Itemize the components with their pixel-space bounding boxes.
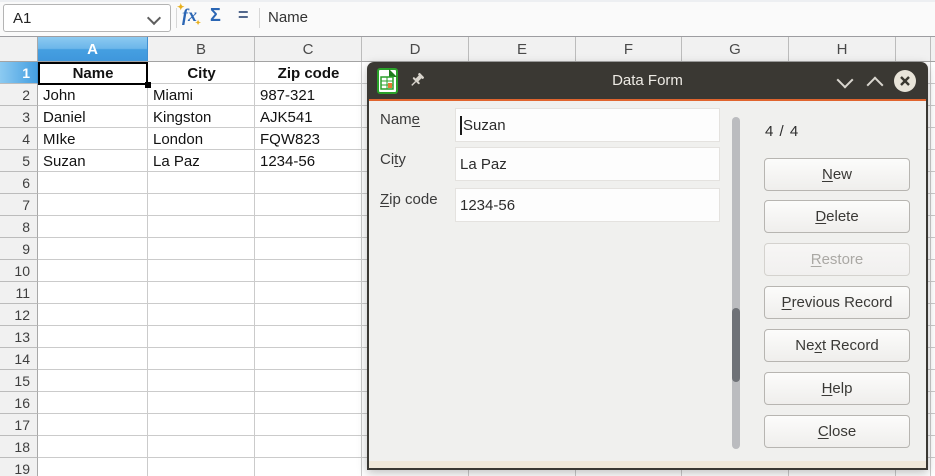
column-header-C[interactable]: C [255, 37, 362, 61]
row-header-15[interactable]: 15 [0, 370, 38, 392]
column-header-D[interactable]: D [362, 37, 469, 61]
libreoffice-calc-window: A1 ✦fx✦ Σ = Name ABCDEFGH 12345678910111… [0, 0, 935, 476]
mnemonic-underline: H [822, 380, 833, 397]
field-label-city: City [380, 151, 406, 168]
mnemonic-underline: Z [380, 191, 389, 208]
cell-B2[interactable]: Miami [148, 84, 255, 106]
cell-A5[interactable]: Suzan [38, 150, 148, 172]
field-input-zip-code[interactable]: 1234-56 [455, 188, 720, 222]
field-label-name: Name [380, 111, 420, 128]
text-caret [460, 116, 462, 135]
cell-B5[interactable]: La Paz [148, 150, 255, 172]
row-header-4[interactable]: 4 [0, 128, 38, 150]
formula-toolbar: A1 ✦fx✦ Σ = Name [0, 0, 935, 37]
column-header-H[interactable]: H [789, 37, 896, 61]
cell-C4[interactable]: FQW823 [255, 128, 362, 150]
cell-A2[interactable]: John [38, 84, 148, 106]
row-header-7[interactable]: 7 [0, 194, 38, 216]
row-header-16[interactable]: 16 [0, 392, 38, 414]
row-header-14[interactable]: 14 [0, 348, 38, 370]
mnemonic-underline: R [811, 251, 822, 268]
row-header-17[interactable]: 17 [0, 414, 38, 436]
mnemonic-underline: C [818, 423, 829, 440]
row-header-11[interactable]: 11 [0, 282, 38, 304]
toolbar-separator [259, 8, 260, 28]
cell-C3[interactable]: AJK541 [255, 106, 362, 128]
close-icon[interactable] [893, 69, 917, 93]
cell-B3[interactable]: Kingston [148, 106, 255, 128]
field-value: La Paz [460, 156, 507, 173]
new-button[interactable]: New [764, 158, 910, 191]
cell-C5[interactable]: 1234-56 [255, 150, 362, 172]
mnemonic-underline: D [815, 208, 826, 225]
selected-cell-border [38, 62, 148, 85]
field-input-name[interactable]: Suzan [455, 108, 720, 142]
row-header-12[interactable]: 12 [0, 304, 38, 326]
column-header-A[interactable]: A [38, 37, 148, 61]
help-button[interactable]: Help [764, 372, 910, 405]
row-header-1[interactable]: 1 [0, 62, 38, 84]
previous-record-button[interactable]: Previous Record [764, 286, 910, 319]
grid-line [930, 62, 931, 476]
cell-C1[interactable]: Zip code [255, 62, 362, 84]
row-header-2[interactable]: 2 [0, 84, 38, 106]
name-box[interactable]: A1 [3, 4, 171, 32]
column-headers: ABCDEFGH [0, 37, 935, 62]
column-header-G[interactable]: G [682, 37, 789, 61]
cell-A4[interactable]: MIke [38, 128, 148, 150]
cell-reference: A1 [13, 10, 31, 27]
row-header-8[interactable]: 8 [0, 216, 38, 238]
dialog-titlebar[interactable]: Data Form [367, 62, 928, 99]
row-header-18[interactable]: 18 [0, 436, 38, 458]
scrollbar-thumb[interactable] [732, 308, 740, 382]
row-header-9[interactable]: 9 [0, 238, 38, 260]
column-header-E[interactable]: E [469, 37, 576, 61]
sum-icon[interactable]: Σ [210, 5, 221, 26]
cell-B1[interactable]: City [148, 62, 255, 84]
cell-A3[interactable]: Daniel [38, 106, 148, 128]
dialog-scrollbar[interactable] [732, 117, 740, 449]
column-header-F[interactable]: F [576, 37, 682, 61]
field-input-city[interactable]: La Paz [455, 147, 720, 181]
field-label-zip-code: Zip code [380, 191, 438, 208]
row-header-13[interactable]: 13 [0, 326, 38, 348]
mnemonic-underline: P [782, 294, 792, 311]
delete-button[interactable]: Delete [764, 200, 910, 233]
toolbar-top-edge [0, 0, 935, 2]
row-header-10[interactable]: 10 [0, 260, 38, 282]
next-record-button[interactable]: Next Record [764, 329, 910, 362]
function-wizard-icon[interactable]: ✦fx✦ [182, 5, 197, 26]
formula-input[interactable]: Name [268, 9, 308, 26]
chevron-down-icon[interactable] [147, 11, 161, 25]
close-button[interactable]: Close [764, 415, 910, 448]
equals-icon[interactable]: = [238, 5, 249, 26]
mnemonic-underline: t [394, 151, 398, 168]
restore-button: Restore [764, 243, 910, 276]
data-form-dialog: Data Form Name Suzan City La Paz Zip code 123… [367, 62, 928, 470]
row-header-6[interactable]: 6 [0, 172, 38, 194]
field-value: Suzan [463, 117, 506, 134]
row-header-19[interactable]: 19 [0, 458, 38, 476]
column-header-B[interactable]: B [148, 37, 255, 61]
select-all-corner[interactable] [0, 37, 38, 61]
field-value: 1234-56 [460, 197, 515, 214]
record-indicator: 4 / 4 [765, 123, 799, 140]
cell-B4[interactable]: London [148, 128, 255, 150]
row-header-3[interactable]: 3 [0, 106, 38, 128]
mnemonic-underline: x [814, 337, 822, 354]
mnemonic-underline: N [822, 166, 833, 183]
cell-C2[interactable]: 987-321 [255, 84, 362, 106]
mnemonic-underline: e [412, 111, 420, 128]
fill-handle[interactable] [145, 82, 151, 88]
row-headers: 12345678910111213141516171819 [0, 62, 38, 476]
row-header-5[interactable]: 5 [0, 150, 38, 172]
column-header-partial[interactable] [896, 37, 931, 61]
